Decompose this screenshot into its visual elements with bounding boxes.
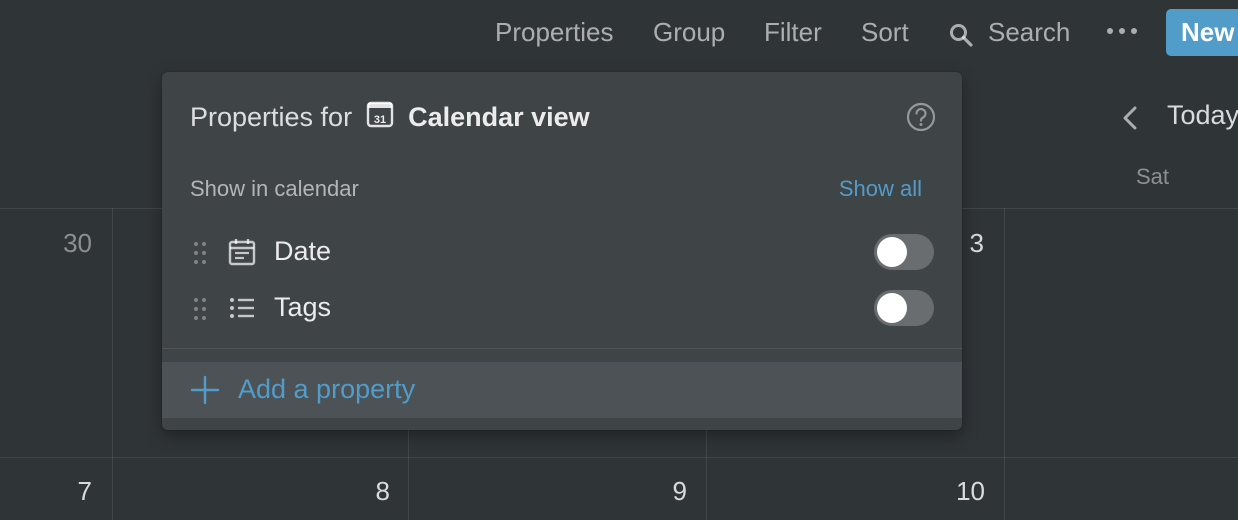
properties-popup: Properties for 31 Calendar view Show in … <box>162 72 962 430</box>
plus-icon <box>190 375 220 405</box>
chevron-left-icon <box>1123 106 1137 130</box>
day-cell-number: 30 <box>63 228 92 258</box>
visibility-toggle-date[interactable] <box>874 234 934 270</box>
grid-line <box>0 457 1238 458</box>
sort-button[interactable]: Sort <box>861 14 909 50</box>
section-label: Show in calendar <box>190 176 359 201</box>
property-row-tags[interactable]: Tags <box>162 282 962 334</box>
weekday-header-sat: Sat <box>1136 164 1170 189</box>
calendar-icon-date: 31 <box>374 114 386 126</box>
popup-title-prefix: Properties for <box>190 101 353 132</box>
previous-month-button[interactable] <box>1118 104 1142 137</box>
properties-button[interactable]: Properties <box>495 14 614 50</box>
search-label: Search <box>988 17 1071 47</box>
day-cell-number: 10 <box>956 476 985 506</box>
view-name: Calendar view <box>408 101 590 132</box>
divider <box>162 348 962 349</box>
toggle-knob <box>877 237 907 267</box>
drag-handle-icon[interactable] <box>192 296 208 322</box>
property-row-date[interactable]: Date <box>162 226 962 278</box>
popup-title: Properties for 31 Calendar view <box>190 100 590 134</box>
list-icon <box>230 298 254 318</box>
new-button[interactable]: New <box>1166 9 1238 56</box>
help-icon <box>906 102 936 132</box>
view-toolbar: Properties Group Filter Sort Search New <box>0 0 1238 64</box>
filter-button[interactable]: Filter <box>764 14 822 50</box>
calendar-database-page: Properties Group Filter Sort Search New … <box>0 0 1238 520</box>
day-cell-number: 8 <box>375 476 390 506</box>
day-cell-number: 9 <box>672 476 687 506</box>
property-label: Tags <box>274 292 332 322</box>
group-button[interactable]: Group <box>653 14 725 50</box>
more-dots-icon <box>1107 28 1137 34</box>
property-label: Date <box>274 236 332 266</box>
drag-handle-icon[interactable] <box>192 240 208 266</box>
day-cell-number: 7 <box>77 476 92 506</box>
show-all-button[interactable]: Show all <box>839 176 922 202</box>
grid-line <box>112 208 113 520</box>
add-property-button[interactable]: Add a property <box>162 362 962 418</box>
calendar-date-icon <box>228 239 256 266</box>
help-button[interactable] <box>906 102 936 137</box>
search-button[interactable]: Search <box>948 14 1078 50</box>
today-button[interactable]: Today <box>1167 100 1238 131</box>
grid-line <box>1004 208 1005 520</box>
more-options-button[interactable] <box>1106 14 1138 50</box>
search-icon <box>950 24 973 47</box>
add-property-label: Add a property <box>238 374 416 404</box>
toggle-knob <box>877 293 907 323</box>
visibility-toggle-tags[interactable] <box>874 290 934 326</box>
calendar-view-icon: 31 <box>366 100 394 135</box>
